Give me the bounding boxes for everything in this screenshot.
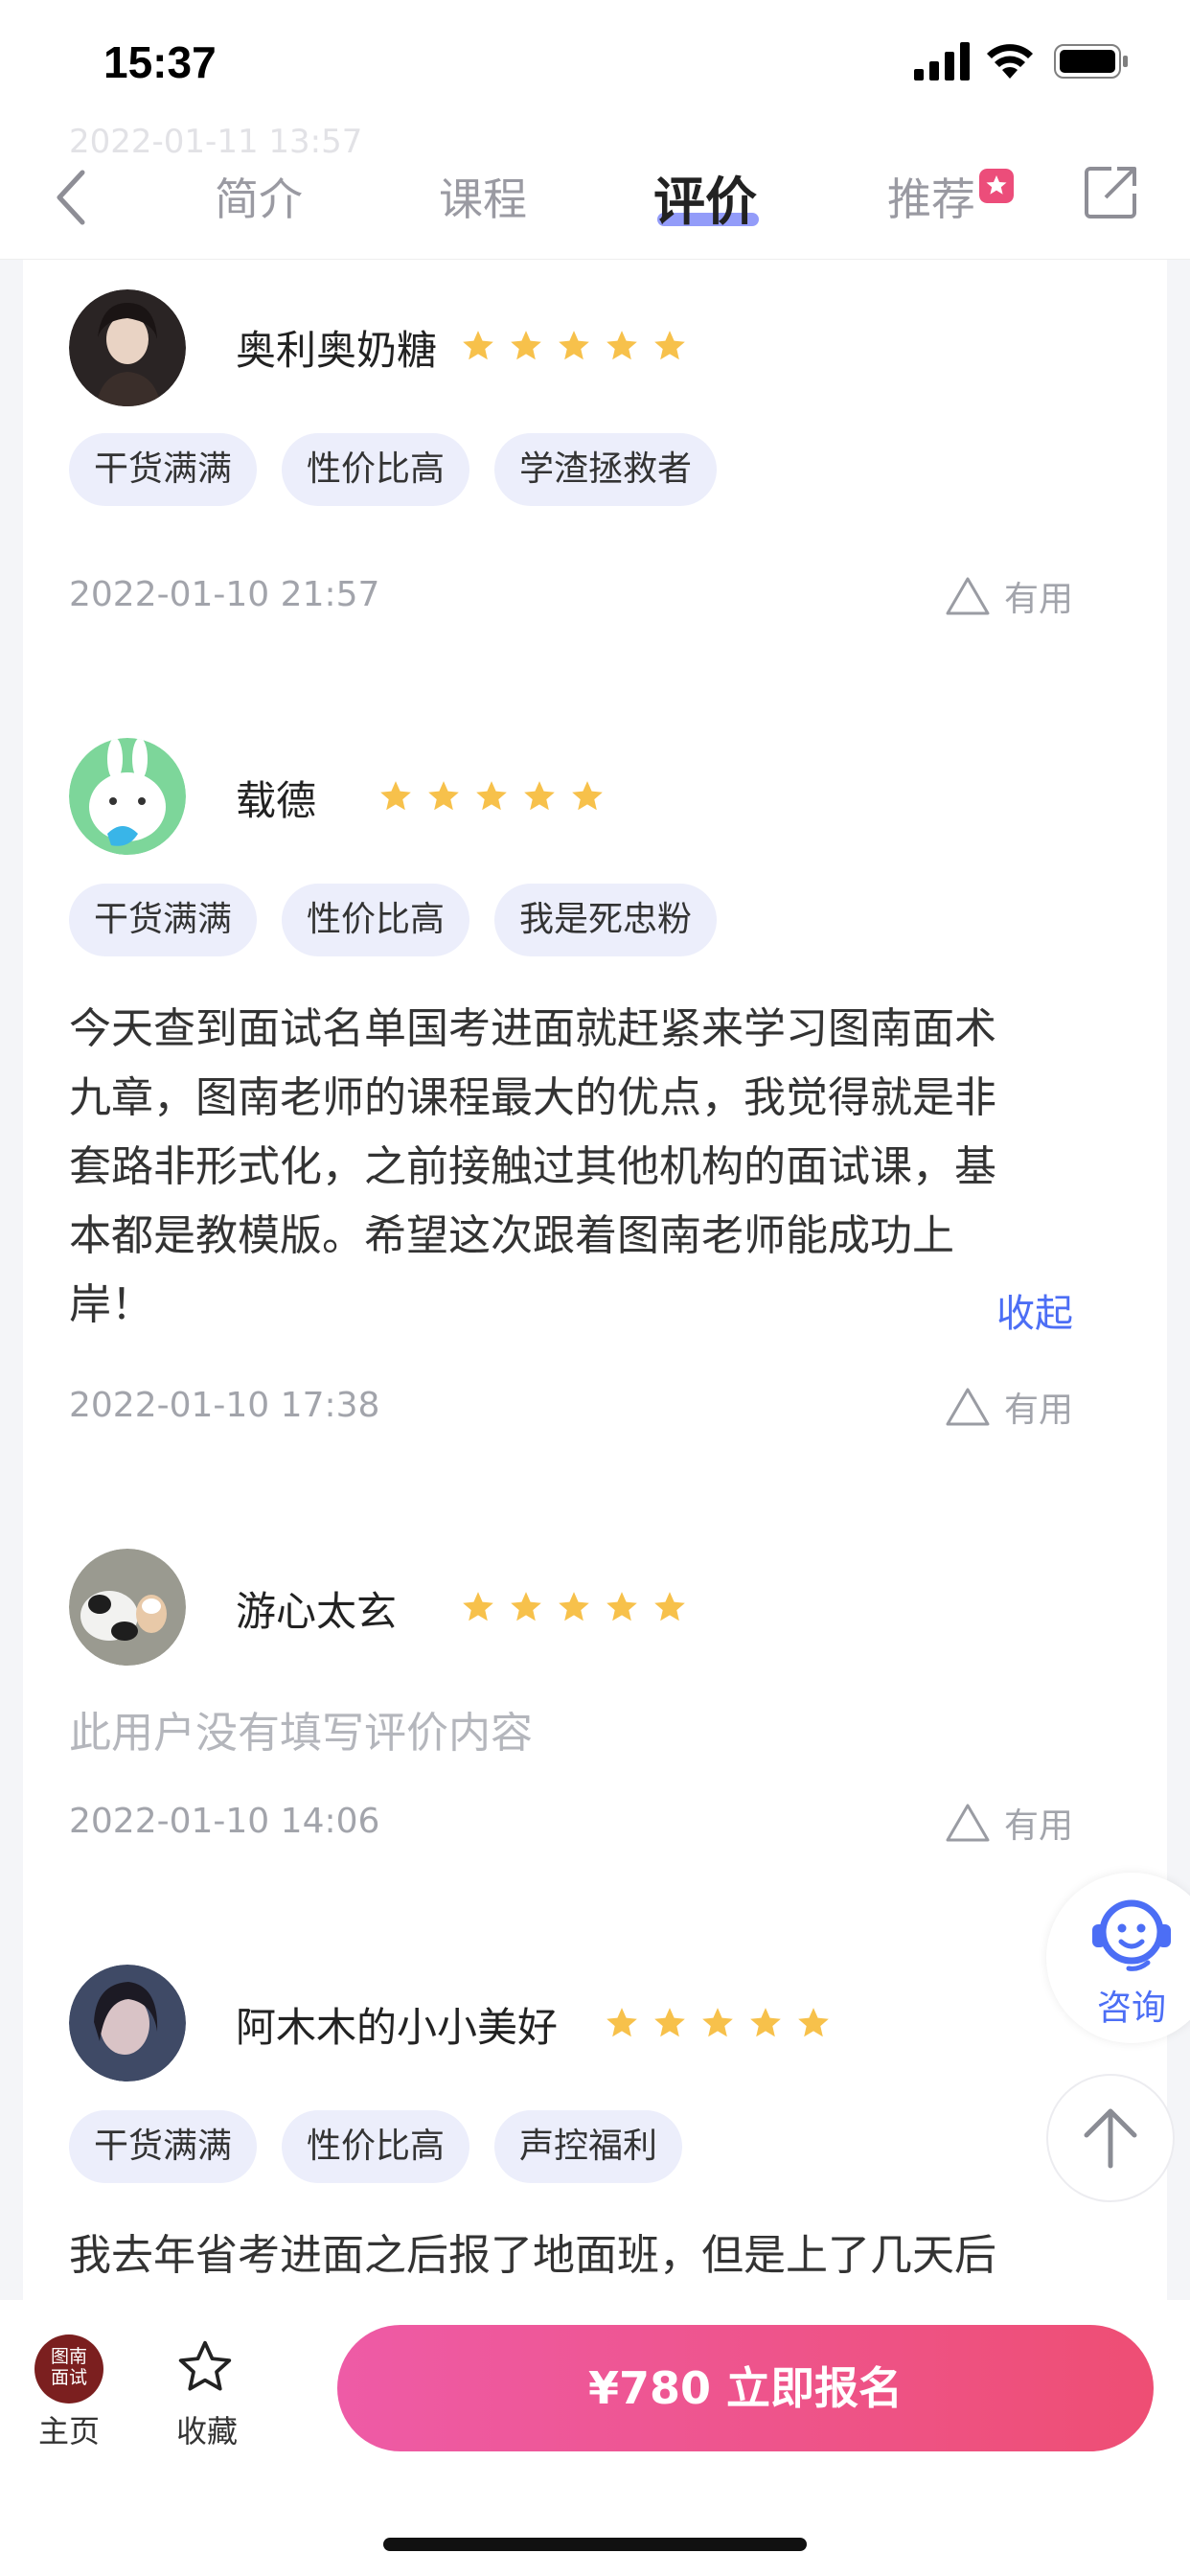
recommend-badge-icon <box>979 169 1014 203</box>
bottom-action-bar: 图南 面试 主页 收藏 ¥780 立即报名 <box>0 2300 1190 2576</box>
review-content: 今天查到面试名单国考进面就赶紧来学习图南面术 九章，图南老师的课程最大的优点，我… <box>69 995 1152 1340</box>
useful-button[interactable]: 有用 <box>945 1798 1073 1848</box>
tab-intro[interactable]: 简介 <box>215 165 303 228</box>
useful-label: 有用 <box>1003 1391 1073 1430</box>
home-logo-icon[interactable]: 图南 面试 <box>34 2334 103 2404</box>
home-indicator <box>383 2538 807 2551</box>
review-content-line: 九章，图南老师的课程最大的优点，我觉得就是非 <box>69 1073 996 1122</box>
star-icon <box>524 781 555 811</box>
reviews-list: 奥利奥奶糖 干货满满 性价比高 学渣拯救者 2022-01-10 21:57 有… <box>23 259 1167 2300</box>
star-icon <box>750 2008 781 2037</box>
rating-stars <box>460 328 688 364</box>
review-content-line: 本都是教模版。希望这次跟着图南老师能成功上 <box>69 1211 954 1260</box>
star-icon <box>606 331 637 360</box>
tab-course[interactable]: 课程 <box>439 165 527 228</box>
review-tag: 性价比高 <box>282 433 470 506</box>
share-icon[interactable] <box>1083 163 1140 220</box>
review-tag: 性价比高 <box>282 884 470 956</box>
star-icon <box>463 331 493 360</box>
star-icon <box>572 781 603 811</box>
customer-service-icon <box>1092 1899 1171 1971</box>
review-item: 载德 干货满满 性价比高 我是死忠粉 今天查到面试名单国考进面就赶紧来学习图南面… <box>46 738 1119 1430</box>
back-arrow-icon[interactable] <box>52 169 90 226</box>
review-content-line: 岸！ <box>69 1280 153 1329</box>
star-icon <box>428 781 459 811</box>
arrow-up-icon <box>1084 2108 1137 2169</box>
cellular-signal-icon <box>914 42 970 80</box>
course-review-page: 加油 15:37 简介 课程 评价 推荐 <box>0 0 1190 2576</box>
review-date: 2022-01-10 14:06 <box>69 1802 380 1841</box>
review-item: 游心太玄 此用户没有填写评价内容 2022-01-10 14:06 有用 <box>46 1549 1119 1894</box>
useful-label: 有用 <box>1003 580 1073 619</box>
status-time: 15:37 <box>103 37 217 87</box>
scrolled-review-date: 2022-01-11 13:57 <box>69 123 363 161</box>
useful-label: 有用 <box>1003 1806 1073 1846</box>
star-icon <box>654 1592 685 1622</box>
useful-button[interactable]: 有用 <box>945 1382 1073 1432</box>
star-outline-icon[interactable] <box>174 2336 236 2398</box>
star-icon <box>380 781 411 811</box>
tab-reviews[interactable]: 评价 <box>653 159 757 235</box>
logo-line: 面试 <box>50 2367 87 2388</box>
star-icon <box>654 331 685 360</box>
rating-stars <box>604 2005 832 2041</box>
star-icon <box>606 1592 637 1622</box>
review-tag: 干货满满 <box>69 433 258 506</box>
review-tag: 性价比高 <box>282 2110 470 2183</box>
empty-review-text: 此用户没有填写评价内容 <box>69 1709 533 1758</box>
review-content-line: 今天查到面试名单国考进面就赶紧来学习图南面术 <box>69 1004 996 1053</box>
consult-label: 咨询 <box>1096 1989 1166 2028</box>
review-tags: 干货满满 性价比高 学渣拯救者 <box>69 433 718 506</box>
review-tag: 干货满满 <box>69 884 258 956</box>
review-tag: 声控福利 <box>494 2110 683 2183</box>
avatar[interactable] <box>69 289 186 406</box>
star-icon <box>559 1592 589 1622</box>
star-icon <box>463 1592 493 1622</box>
review-tags: 干货满满 性价比高 声控福利 <box>69 2110 683 2183</box>
star-icon <box>559 331 589 360</box>
star-icon <box>702 2008 733 2037</box>
wifi-icon <box>987 44 1033 79</box>
review-content: 我去年省考进面之后报了地面班，但是上了几天后 <box>69 2231 996 2280</box>
review-content-line: 套路非形式化，之前接触过其他机构的面试课，基 <box>69 1142 996 1191</box>
review-tags: 干货满满 性价比高 我是死忠粉 <box>69 884 718 956</box>
review-date: 2022-01-10 17:38 <box>69 1386 380 1425</box>
avatar[interactable] <box>69 1549 186 1666</box>
rating-stars <box>378 778 606 815</box>
rating-stars <box>460 1589 688 1625</box>
star-icon <box>476 781 507 811</box>
avatar[interactable] <box>69 738 186 855</box>
review-username: 奥利奥奶糖 <box>236 327 438 374</box>
collapse-link[interactable]: 收起 <box>996 1282 1073 1338</box>
thumb-up-icon <box>946 1804 990 1842</box>
star-icon <box>511 331 541 360</box>
favorite-label[interactable]: 收藏 <box>176 2407 238 2451</box>
logo-line: 图南 <box>50 2346 87 2367</box>
review-username: 阿木木的小小美好 <box>236 2004 559 2051</box>
review-username: 游心太玄 <box>236 1588 398 1635</box>
back-to-top-button[interactable] <box>1046 2074 1175 2202</box>
review-tag: 干货满满 <box>69 2110 258 2183</box>
home-label[interactable]: 主页 <box>38 2407 100 2451</box>
star-icon <box>606 2008 637 2037</box>
review-item: 奥利奥奶糖 干货满满 性价比高 学渣拯救者 2022-01-10 21:57 有… <box>46 259 1119 642</box>
avatar[interactable] <box>69 1965 186 2082</box>
review-date: 2022-01-10 21:57 <box>69 575 380 614</box>
thumb-up-icon <box>946 577 990 615</box>
review-tag: 学渣拯救者 <box>494 433 718 506</box>
star-icon <box>511 1592 541 1622</box>
useful-button[interactable]: 有用 <box>945 571 1073 621</box>
review-username: 载德 <box>236 777 317 824</box>
thumb-up-icon <box>946 1388 990 1426</box>
star-icon <box>798 2008 829 2037</box>
enroll-button[interactable]: ¥780 立即报名 <box>337 2325 1154 2451</box>
review-tag: 我是死忠粉 <box>494 884 718 956</box>
tab-recommend[interactable]: 推荐 <box>887 165 975 228</box>
battery-icon <box>1054 44 1128 79</box>
star-icon <box>654 2008 685 2037</box>
review-item: 阿木木的小小美好 干货满满 性价比高 声控福利 我去年省考进面之后报了地面班，但… <box>46 1965 1119 2300</box>
